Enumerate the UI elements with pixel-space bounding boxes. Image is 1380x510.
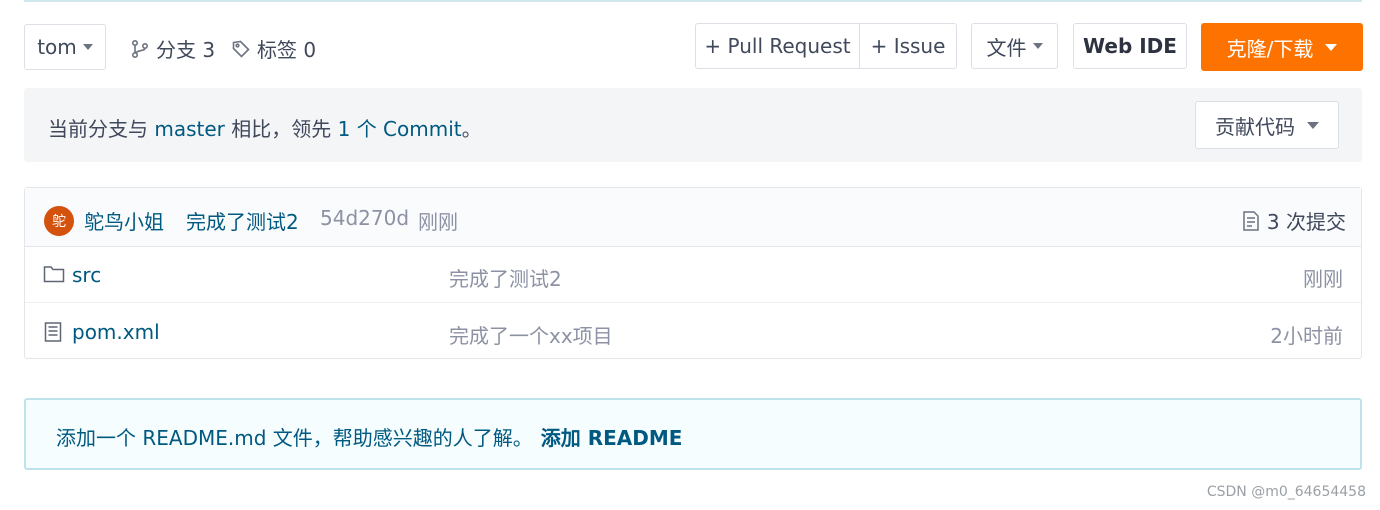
tag-icon — [232, 40, 250, 58]
branch-icon — [131, 39, 149, 58]
avatar[interactable]: 鸵 — [44, 206, 74, 236]
chevron-down-icon — [1307, 121, 1319, 129]
pull-request-button[interactable]: + Pull Request — [695, 23, 860, 69]
files-dropdown[interactable]: 文件 — [971, 23, 1058, 69]
branches-label: 分支 3 — [156, 38, 216, 62]
tags-label: 标签 0 — [257, 38, 317, 62]
clone-download-label: 克隆/下载 — [1226, 36, 1314, 61]
commit-time: 刚刚 — [418, 210, 458, 234]
file-row-pom[interactable]: pom.xml 完成了一个xx项目 2小时前 — [25, 303, 1361, 360]
latest-commit-bar: 鸵 鸵鸟小姐 完成了测试2 54d270d 刚刚 3 次提交 — [25, 188, 1361, 247]
web-ide-label: Web IDE — [1083, 34, 1177, 58]
compare-message: 当前分支与 master 相比，领先 1 个 Commit。 — [48, 113, 482, 142]
compare-middle: 相比，领先 — [224, 117, 338, 141]
commit-count-label: 3 次提交 — [1266, 210, 1346, 234]
commit-count-link[interactable]: 3 次提交 — [1241, 206, 1346, 235]
issue-button[interactable]: + Issue — [859, 23, 957, 69]
branches-link[interactable]: 分支 3 — [130, 34, 215, 63]
web-ide-button[interactable]: Web IDE — [1073, 23, 1187, 69]
compare-suffix: 。 — [461, 117, 482, 141]
file-commit-message[interactable]: 完成了测试2 — [449, 263, 562, 292]
file-commit-message[interactable]: 完成了一个xx项目 — [449, 320, 613, 349]
commit-author[interactable]: 鸵鸟小姐 — [84, 206, 164, 235]
pull-request-label: + Pull Request — [704, 34, 851, 58]
readme-text: 添加一个 README.md 文件，帮助感兴趣的人了解。 — [56, 426, 533, 450]
file-name[interactable]: pom.xml — [72, 320, 160, 344]
branch-select-label: tom — [37, 35, 77, 59]
chevron-down-icon — [1032, 43, 1043, 49]
master-branch-link[interactable]: master — [154, 117, 225, 141]
issue-label: + Issue — [870, 34, 946, 58]
branch-select[interactable]: tom — [24, 24, 106, 70]
file-commit-time: 刚刚 — [1303, 267, 1343, 291]
contribute-label: 贡献代码 — [1215, 114, 1295, 139]
folder-icon — [43, 266, 65, 283]
file-commit-time: 2小时前 — [1270, 324, 1343, 348]
compare-prefix: 当前分支与 — [48, 117, 155, 141]
file-name[interactable]: src — [72, 263, 101, 287]
avatar-text: 鸵 — [52, 214, 66, 230]
branch-compare-bar: 当前分支与 master 相比，领先 1 个 Commit。 贡献代码 — [24, 88, 1362, 162]
file-list: 鸵 鸵鸟小姐 完成了测试2 54d270d 刚刚 3 次提交 src 完成了测试… — [24, 187, 1362, 359]
file-row-src[interactable]: src 完成了测试2 刚刚 — [25, 246, 1361, 303]
file-icon — [44, 322, 62, 342]
files-label: 文件 — [986, 35, 1027, 60]
commit-list-icon — [1243, 210, 1259, 231]
chevron-down-icon — [1325, 43, 1338, 51]
commit-sha[interactable]: 54d270d — [320, 206, 409, 230]
add-readme-link[interactable]: 添加 README — [541, 426, 683, 450]
watermark: CSDN @m0_64654458 — [1206, 484, 1366, 500]
commit-ahead-link[interactable]: 1 个 Commit — [338, 117, 462, 141]
commit-message[interactable]: 完成了测试2 — [186, 206, 299, 235]
readme-banner: 添加一个 README.md 文件，帮助感兴趣的人了解。 添加 README — [24, 398, 1362, 470]
chevron-down-icon — [82, 44, 93, 50]
tags-link[interactable]: 标签 0 — [231, 34, 316, 63]
top-border — [24, 0, 1362, 2]
clone-download-button[interactable]: 克隆/下载 — [1201, 23, 1363, 71]
readme-message: 添加一个 README.md 文件，帮助感兴趣的人了解。 添加 README — [56, 422, 682, 451]
contribute-button[interactable]: 贡献代码 — [1195, 101, 1339, 149]
